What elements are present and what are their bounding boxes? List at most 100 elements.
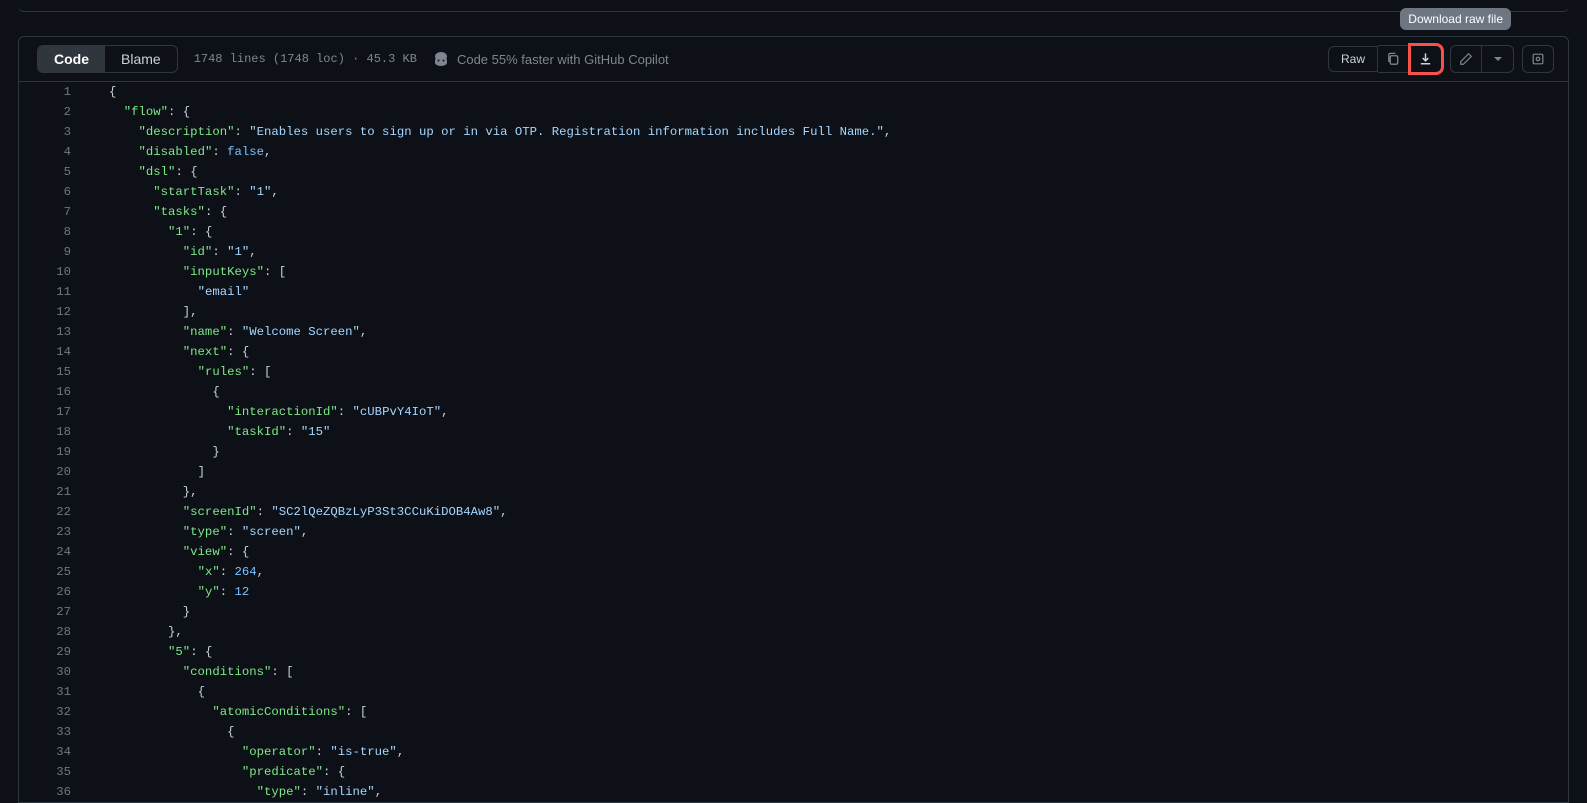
line-number[interactable]: 9 <box>19 242 89 262</box>
line-number[interactable]: 8 <box>19 222 89 242</box>
code-line[interactable]: 12 ], <box>19 302 1568 322</box>
code-line[interactable]: 14 "next": { <box>19 342 1568 362</box>
code-line[interactable]: 3 "description": "Enables users to sign … <box>19 122 1568 142</box>
line-number[interactable]: 23 <box>19 522 89 542</box>
line-number[interactable]: 21 <box>19 482 89 502</box>
line-number[interactable]: 13 <box>19 322 89 342</box>
code-viewer[interactable]: 1{2 "flow": {3 "description": "Enables u… <box>18 82 1569 803</box>
line-number[interactable]: 25 <box>19 562 89 582</box>
line-number[interactable]: 28 <box>19 622 89 642</box>
symbols-button[interactable] <box>1522 45 1554 73</box>
code-line[interactable]: 32 "atomicConditions": [ <box>19 702 1568 722</box>
line-number[interactable]: 31 <box>19 682 89 702</box>
line-number[interactable]: 27 <box>19 602 89 622</box>
copy-button[interactable] <box>1378 45 1410 73</box>
line-number[interactable]: 24 <box>19 542 89 562</box>
code-line[interactable]: 20 ] <box>19 462 1568 482</box>
download-button[interactable] <box>1410 45 1442 73</box>
line-number[interactable]: 7 <box>19 202 89 222</box>
code-line[interactable]: 10 "inputKeys": [ <box>19 262 1568 282</box>
code-line[interactable]: 36 "type": "inline", <box>19 782 1568 802</box>
edit-more-button[interactable] <box>1482 45 1514 73</box>
code-line[interactable]: 19 } <box>19 442 1568 462</box>
line-number[interactable]: 22 <box>19 502 89 522</box>
code-line[interactable]: 24 "view": { <box>19 542 1568 562</box>
line-number[interactable]: 29 <box>19 642 89 662</box>
code-line[interactable]: 30 "conditions": [ <box>19 662 1568 682</box>
line-number[interactable]: 34 <box>19 742 89 762</box>
line-content: "flow": { <box>89 102 190 122</box>
code-line[interactable]: 26 "y": 12 <box>19 582 1568 602</box>
raw-button[interactable]: Raw <box>1328 46 1378 72</box>
line-number[interactable]: 19 <box>19 442 89 462</box>
code-line[interactable]: 16 { <box>19 382 1568 402</box>
line-content: ] <box>89 462 205 482</box>
line-number[interactable]: 1 <box>19 82 89 102</box>
code-line[interactable]: 27 } <box>19 602 1568 622</box>
copilot-text: Code 55% faster with GitHub Copilot <box>457 52 669 67</box>
line-number[interactable]: 17 <box>19 402 89 422</box>
separator: · <box>352 52 366 66</box>
code-line[interactable]: 1{ <box>19 82 1568 102</box>
code-line[interactable]: 9 "id": "1", <box>19 242 1568 262</box>
code-line[interactable]: 13 "name": "Welcome Screen", <box>19 322 1568 342</box>
line-number[interactable]: 2 <box>19 102 89 122</box>
code-line[interactable]: 4 "disabled": false, <box>19 142 1568 162</box>
line-content: { <box>89 382 220 402</box>
line-number[interactable]: 14 <box>19 342 89 362</box>
file-size: 45.3 KB <box>367 52 417 66</box>
line-number[interactable]: 20 <box>19 462 89 482</box>
code-line[interactable]: 22 "screenId": "SC2lQeZQBzLyP3St3CCuKiDO… <box>19 502 1568 522</box>
code-line[interactable]: 34 "operator": "is-true", <box>19 742 1568 762</box>
download-tooltip: Download raw file <box>1400 8 1511 30</box>
code-line[interactable]: 18 "taskId": "15" <box>19 422 1568 442</box>
tab-blame[interactable]: Blame <box>105 46 177 72</box>
code-line[interactable]: 5 "dsl": { <box>19 162 1568 182</box>
line-number[interactable]: 6 <box>19 182 89 202</box>
line-number[interactable]: 11 <box>19 282 89 302</box>
line-number[interactable]: 4 <box>19 142 89 162</box>
line-content: "tasks": { <box>89 202 227 222</box>
code-line[interactable]: 21 }, <box>19 482 1568 502</box>
line-number[interactable]: 3 <box>19 122 89 142</box>
line-number[interactable]: 33 <box>19 722 89 742</box>
line-number[interactable]: 26 <box>19 582 89 602</box>
code-line[interactable]: 35 "predicate": { <box>19 762 1568 782</box>
code-line[interactable]: 15 "rules": [ <box>19 362 1568 382</box>
code-line[interactable]: 17 "interactionId": "cUBPvY4IoT", <box>19 402 1568 422</box>
code-line[interactable]: 11 "email" <box>19 282 1568 302</box>
line-number[interactable]: 30 <box>19 662 89 682</box>
line-content: { <box>89 82 116 102</box>
line-number[interactable]: 15 <box>19 362 89 382</box>
copilot-icon <box>433 51 449 67</box>
code-line[interactable]: 29 "5": { <box>19 642 1568 662</box>
line-content: "inputKeys": [ <box>89 262 286 282</box>
toolbar-left: Code Blame 1748 lines (1748 loc) · 45.3 … <box>37 45 669 73</box>
line-number[interactable]: 35 <box>19 762 89 782</box>
line-content: ], <box>89 302 198 322</box>
line-number[interactable]: 36 <box>19 782 89 802</box>
code-line[interactable]: 2 "flow": { <box>19 102 1568 122</box>
line-number[interactable]: 32 <box>19 702 89 722</box>
code-line[interactable]: 31 { <box>19 682 1568 702</box>
code-line[interactable]: 8 "1": { <box>19 222 1568 242</box>
code-line[interactable]: 28 }, <box>19 622 1568 642</box>
code-line[interactable]: 23 "type": "screen", <box>19 522 1568 542</box>
edit-button[interactable] <box>1450 45 1482 73</box>
line-content: "email" <box>89 282 249 302</box>
line-content: "startTask": "1", <box>89 182 279 202</box>
line-number[interactable]: 5 <box>19 162 89 182</box>
line-number[interactable]: 12 <box>19 302 89 322</box>
tab-code[interactable]: Code <box>38 46 105 72</box>
line-content: "atomicConditions": [ <box>89 702 367 722</box>
code-line[interactable]: 7 "tasks": { <box>19 202 1568 222</box>
code-line[interactable]: 33 { <box>19 722 1568 742</box>
line-number[interactable]: 10 <box>19 262 89 282</box>
line-number[interactable]: 18 <box>19 422 89 442</box>
code-line[interactable]: 6 "startTask": "1", <box>19 182 1568 202</box>
copilot-prompt[interactable]: Code 55% faster with GitHub Copilot <box>433 51 669 67</box>
code-line[interactable]: 25 "x": 264, <box>19 562 1568 582</box>
line-content: "predicate": { <box>89 762 345 782</box>
line-number[interactable]: 16 <box>19 382 89 402</box>
line-content: }, <box>89 622 183 642</box>
